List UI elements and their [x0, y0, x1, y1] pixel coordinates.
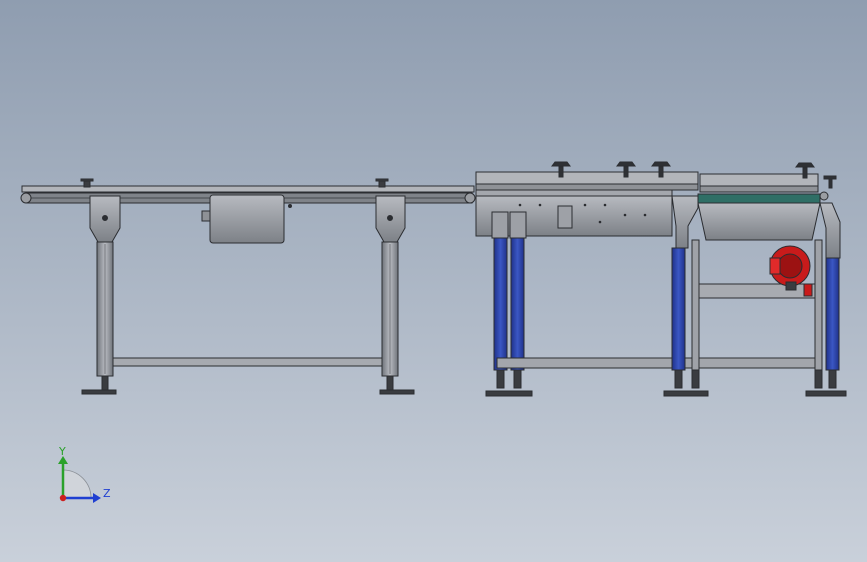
coordinate-triad-icon[interactable]: Y Z: [58, 445, 111, 503]
left-drive-box: [209, 194, 285, 244]
blue-leg: [493, 237, 508, 371]
left-pulley: [20, 192, 32, 204]
blue-leg: [510, 237, 525, 371]
belt-hopper: [697, 202, 821, 241]
cad-viewport[interactable]: Y Z: [0, 0, 867, 562]
motor-shelf: [698, 283, 816, 299]
axis-y-label: Y: [58, 445, 66, 458]
leveling-foot: [663, 369, 847, 397]
left-cross-beam: [112, 357, 383, 367]
leveling-foot: [485, 369, 533, 397]
axis-z-label: Z: [103, 487, 111, 500]
teal-belt: [697, 193, 821, 204]
right-cross-beam: [698, 357, 816, 369]
blue-leg: [825, 257, 840, 371]
leveling-foot: [81, 375, 415, 395]
center-machine: [475, 161, 699, 397]
blue-leg: [671, 247, 686, 371]
right-pulley: [464, 192, 476, 204]
center-cross-beam: [496, 357, 694, 369]
left-conveyor: [20, 178, 476, 395]
